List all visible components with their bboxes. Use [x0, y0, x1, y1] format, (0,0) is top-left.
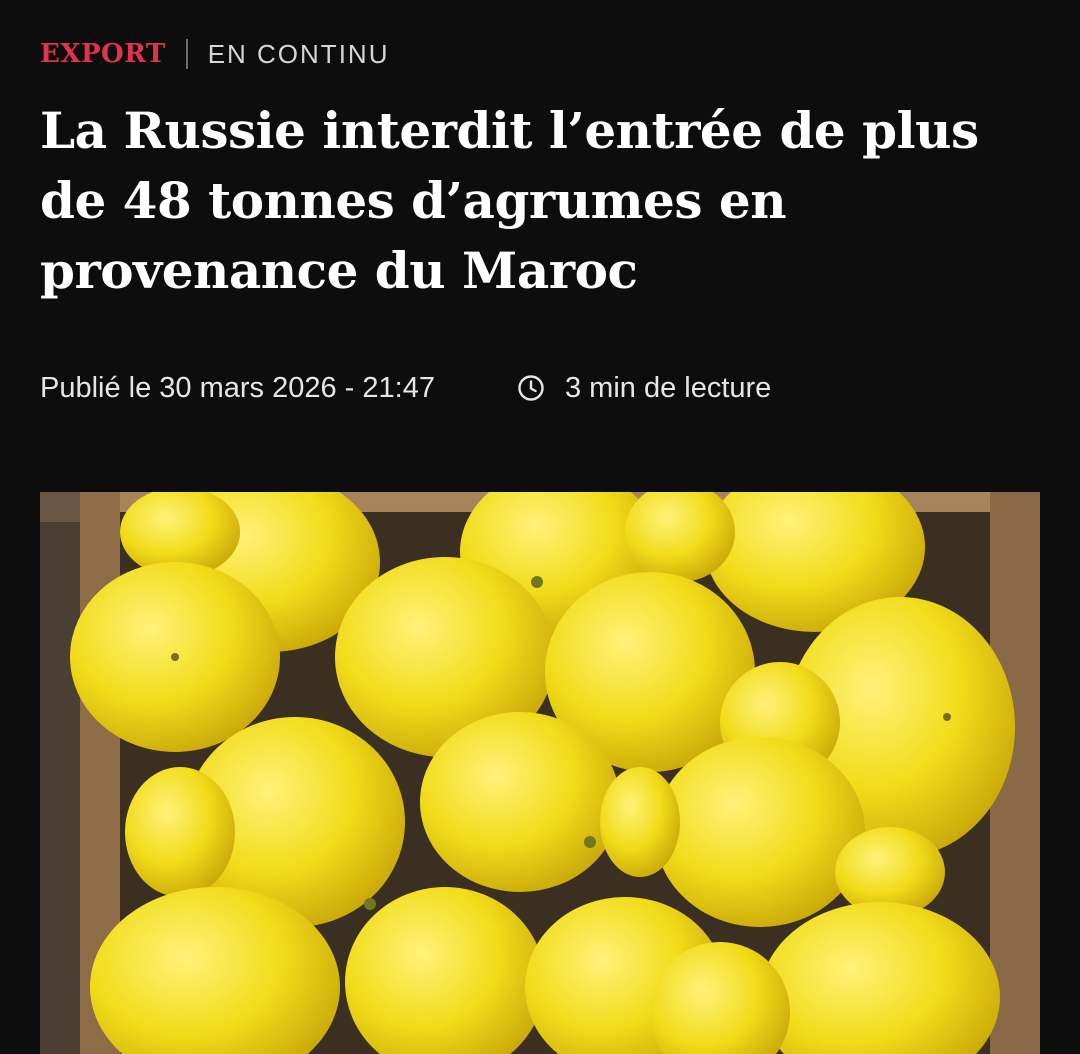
section-link[interactable]: EN CONTINU	[208, 39, 390, 70]
article-title: La Russie interdit l’entrée de plus de 4…	[40, 101, 979, 300]
clock-icon	[517, 374, 545, 402]
read-time: 3 min de lecture	[517, 372, 771, 405]
lemons-photo	[40, 492, 1040, 1054]
category-link[interactable]: EXPORT	[40, 39, 166, 69]
article-kicker: EXPORT EN CONTINU	[40, 34, 389, 74]
read-time-label: 3 min de lecture	[564, 371, 772, 404]
hero-image[interactable]	[40, 492, 1040, 1054]
kicker-divider	[185, 39, 188, 69]
publish-date: Publié le 30 mars 2026 - 21:47	[40, 371, 435, 404]
article-meta: Publié le 30 mars 2026 - 21:47 3 min de …	[40, 366, 771, 410]
